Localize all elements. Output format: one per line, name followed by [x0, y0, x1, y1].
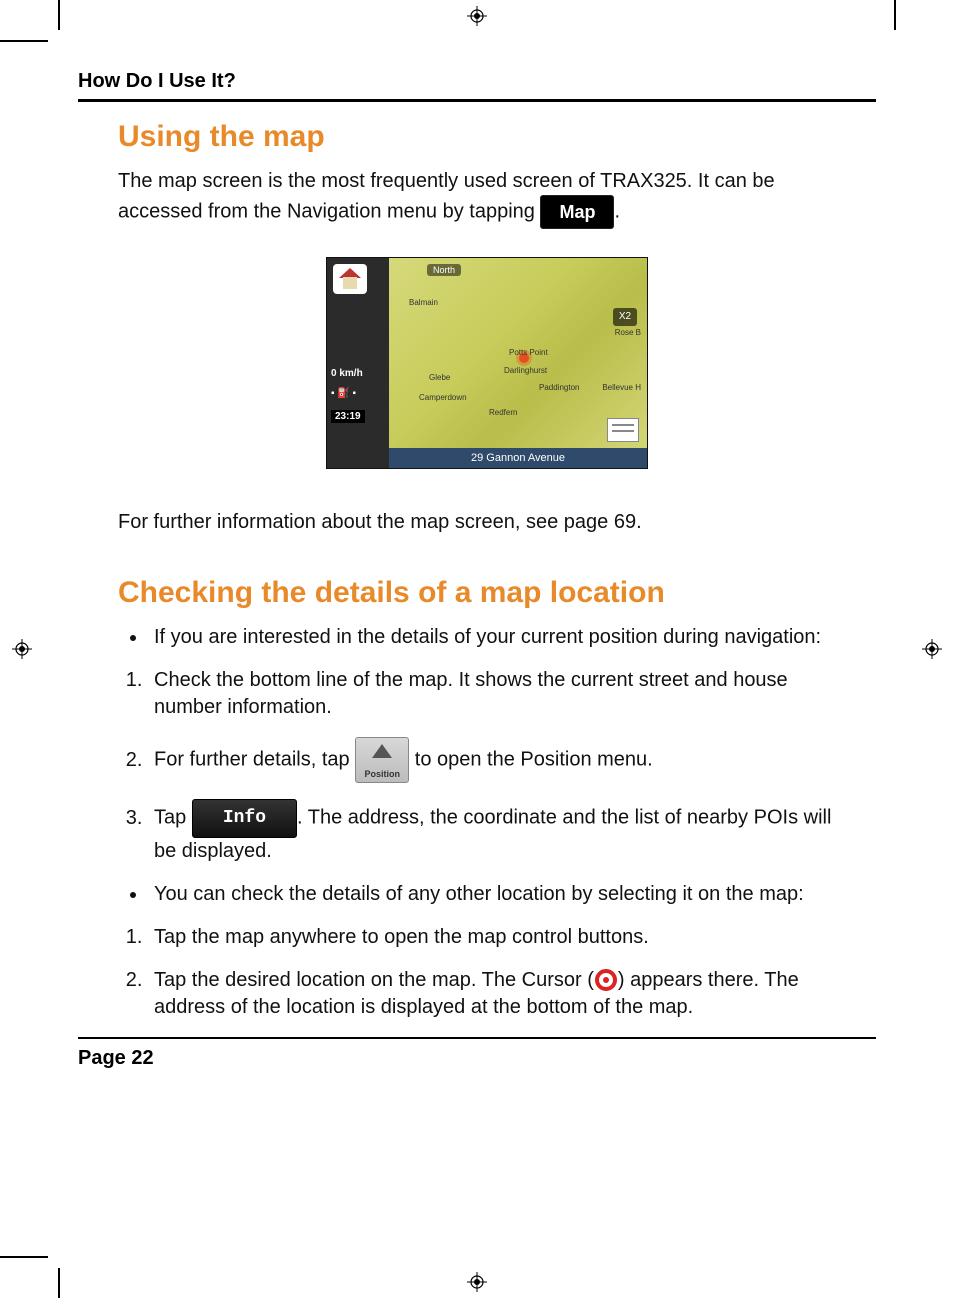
home-icon: [333, 264, 367, 294]
page-number: Page 22: [78, 1047, 876, 1070]
crop-mark: [894, 0, 896, 30]
section-heading-checking-details: Checking the details of a map location: [118, 576, 856, 610]
map-label: Redfern: [489, 408, 517, 417]
intro-paragraph: The map screen is the most frequently us…: [118, 168, 856, 229]
info-button[interactable]: Info: [192, 799, 297, 837]
cursor-icon: [594, 968, 618, 992]
speed-indicator: 0 km/h: [331, 368, 363, 379]
address-bar: 29 Gannon Avenue: [389, 448, 647, 468]
status-icons: ▪ ⛽ ▪: [331, 388, 356, 399]
map-label: Bellevue H: [602, 383, 641, 392]
map-label: Balmain: [409, 298, 438, 307]
map-label: Potts Point: [509, 348, 548, 357]
map-label: Paddington: [539, 383, 579, 392]
section-heading-using-map: Using the map: [118, 120, 856, 154]
page-content: How Do I Use It? Using the map The map s…: [78, 70, 876, 1228]
crop-mark: [0, 1256, 48, 1258]
map-button[interactable]: Map: [540, 195, 614, 229]
clock: 23:19: [331, 410, 365, 423]
step-b2-text-a: Tap the desired location on the map. The…: [154, 969, 594, 991]
map-label: Darlinghurst: [504, 366, 547, 375]
position-button[interactable]: Position: [355, 737, 409, 783]
bullet-list-1: If you are interested in the details of …: [118, 624, 856, 651]
map-label: Glebe: [429, 373, 450, 382]
steps-list-1: Check the bottom line of the map. It sho…: [118, 667, 856, 864]
step-1: Check the bottom line of the map. It sho…: [148, 667, 856, 721]
crop-mark: [0, 40, 48, 42]
step-3: Tap Info. The address, the coordinate an…: [148, 799, 856, 864]
zoom-in-button: X2: [613, 308, 637, 326]
step-3-text-a: Tap: [154, 807, 192, 829]
registration-mark-icon: [12, 639, 32, 659]
registration-mark-icon: [467, 6, 487, 26]
footer-rule: [78, 1037, 876, 1039]
map-sidebar: 0 km/h ▪ ⛽ ▪ 23:19: [327, 258, 389, 468]
map-label: Camperdown: [419, 393, 467, 402]
running-header: How Do I Use It?: [78, 70, 876, 93]
intro-text-b: .: [614, 200, 620, 222]
intro-text-a: The map screen is the most frequently us…: [118, 170, 775, 222]
see-page-note: For further information about the map sc…: [118, 509, 856, 536]
bullet-list-2: You can check the details of any other l…: [118, 881, 856, 908]
map-screenshot: Balmain Glebe Camperdown Potts Point Dar…: [326, 257, 648, 469]
menu-icon: [607, 418, 639, 442]
bullet-current-position: If you are interested in the details of …: [148, 624, 856, 651]
registration-mark-icon: [467, 1272, 487, 1292]
header-rule: [78, 99, 876, 102]
steps-list-2: Tap the map anywhere to open the map con…: [118, 924, 856, 1021]
position-button-label: Position: [356, 768, 408, 780]
step-2: For further details, tap Position to ope…: [148, 737, 856, 783]
step-2-text-a: For further details, tap: [154, 749, 355, 771]
map-label: Rose B: [615, 328, 641, 337]
bullet-other-location: You can check the details of any other l…: [148, 881, 856, 908]
step-2-text-b: to open the Position menu.: [415, 749, 653, 771]
crop-mark: [58, 1268, 60, 1298]
crop-mark: [58, 0, 60, 30]
compass-label: North: [427, 264, 461, 276]
step-b2: Tap the desired location on the map. The…: [148, 967, 856, 1021]
up-arrow-icon: [372, 744, 392, 758]
registration-mark-icon: [922, 639, 942, 659]
step-b1: Tap the map anywhere to open the map con…: [148, 924, 856, 951]
